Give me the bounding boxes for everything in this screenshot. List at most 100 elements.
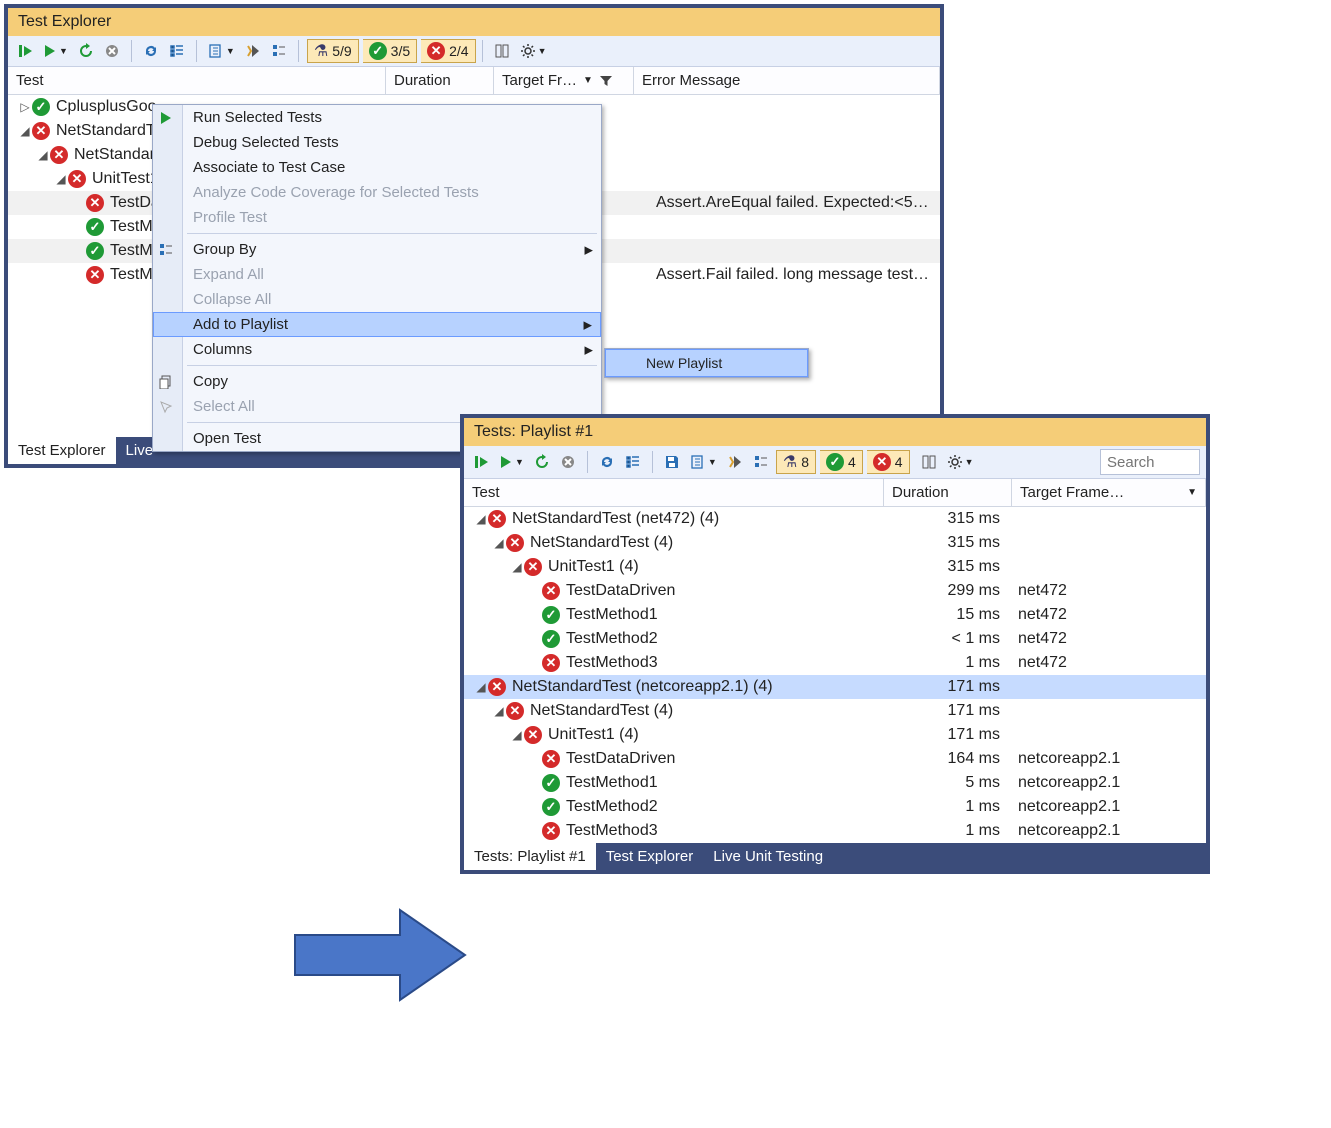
test-name: TestMethod2 [566,798,658,816]
menu-copy[interactable]: Copy [153,369,601,394]
build-button[interactable] [724,450,746,474]
cancel-button[interactable] [557,450,579,474]
refresh-button[interactable] [596,450,618,474]
duration: 1 ms [884,654,1012,672]
show-hierarchy-button[interactable] [622,450,644,474]
test-row[interactable]: ✓TestMethod2< 1 msnet472 [464,627,1206,651]
target-framework: netcoreapp2.1 [1012,774,1202,792]
run-button[interactable]: ▼ [40,39,71,63]
test-row[interactable]: ✕TestDataDriven299 msnet472 [464,579,1206,603]
summary-pass-button[interactable]: ✓ 3/5 [363,39,417,63]
test-row[interactable]: ◢✕NetStandardTest (net472) (4)315 ms [464,507,1206,531]
expander-icon[interactable]: ◢ [492,536,506,550]
test-name: TestMethod1 [566,774,658,792]
columns-button[interactable] [918,450,940,474]
menu-new-playlist[interactable]: New Playlist [605,349,808,377]
pass-icon: ✓ [542,774,560,792]
test-tree: ◢✕NetStandardTest (net472) (4)315 ms◢✕Ne… [464,507,1206,843]
group-button[interactable] [268,39,290,63]
search-input[interactable] [1100,449,1200,475]
col-target[interactable]: Target Fr… ▼ [494,67,634,94]
playlist-button[interactable]: ▼ [205,39,238,63]
menu-group-by[interactable]: Group By▶ [153,237,601,262]
test-row[interactable]: ✓TestMethod15 msnetcoreapp2.1 [464,771,1206,795]
columns-button[interactable] [491,39,513,63]
col-test[interactable]: Test [8,67,386,94]
menu-label: Select All [193,398,255,415]
tab-playlist[interactable]: Tests: Playlist #1 [464,843,596,870]
menu-debug-selected-tests[interactable]: Debug Selected Tests [153,130,601,155]
run-button[interactable]: ▼ [496,450,527,474]
test-name: TestMethod2 [566,630,658,648]
window-title: Test Explorer [8,8,940,36]
fail-icon: ✕ [542,582,560,600]
expander-icon[interactable]: ◢ [474,512,488,526]
menu-associate-to-test-case[interactable]: Associate to Test Case [153,155,601,180]
expander-icon[interactable]: ◢ [510,728,524,742]
col-target[interactable]: Target Frame… ▼ [1012,479,1206,506]
col-duration[interactable]: Duration [884,479,1012,506]
build-button[interactable] [242,39,264,63]
test-row[interactable]: ✕TestMethod31 msnet472 [464,651,1206,675]
target-framework: netcoreapp2.1 [1012,798,1202,816]
summary-pass-button[interactable]: ✓ 4 [820,450,863,474]
summary-fail-button[interactable]: ✕ 4 [867,450,910,474]
filter-icon[interactable] [599,74,613,88]
playlist-button[interactable]: ▼ [687,450,720,474]
toolbar: ▼ ▼ ⚗ 8 ✓ 4 ✕ 4 ▼ [464,446,1206,479]
settings-button[interactable]: ▼ [944,450,977,474]
duration: < 1 ms [884,630,1012,648]
test-row[interactable]: ◢✕NetStandardTest (4)171 ms [464,699,1206,723]
tab-test-explorer[interactable]: Test Explorer [8,437,116,464]
window-title: Tests: Playlist #1 [464,418,1206,446]
expander-icon[interactable]: ◢ [474,680,488,694]
test-name: TestMethod3 [566,822,658,840]
test-row[interactable]: ◢✕NetStandardTest (4)315 ms [464,531,1206,555]
expander-icon[interactable]: ◢ [36,148,50,162]
menu-label: Collapse All [193,291,271,308]
test-row[interactable]: ✕TestDataDriven164 msnetcoreapp2.1 [464,747,1206,771]
run-all-button[interactable] [14,39,36,63]
select-icon [159,400,173,414]
menu-add-to-playlist[interactable]: Add to Playlist▶ [153,312,601,337]
copy-icon [159,375,173,389]
summary-all-button[interactable]: ⚗ 5/9 [307,39,359,63]
show-hierarchy-button[interactable] [166,39,188,63]
summary-fail-button[interactable]: ✕ 2/4 [421,39,475,63]
test-row[interactable]: ◢✕UnitTest1 (4)315 ms [464,555,1206,579]
summary-all-button[interactable]: ⚗ 8 [776,450,816,474]
test-row[interactable]: ◢✕UnitTest1 (4)171 ms [464,723,1206,747]
duration: 1 ms [884,798,1012,816]
group-button[interactable] [750,450,772,474]
expander-icon[interactable]: ◢ [492,704,506,718]
test-row[interactable]: ◢✕NetStandardTest (netcoreapp2.1) (4)171… [464,675,1206,699]
summary-pass-count: 4 [848,454,856,470]
menu-label: Analyze Code Coverage for Selected Tests [193,184,479,201]
menu-label: Expand All [193,266,264,283]
playlist-window: Tests: Playlist #1 ▼ ▼ ⚗ 8 ✓ 4 ✕ 4 ▼ Tes… [460,414,1210,874]
menu-label: Associate to Test Case [193,159,345,176]
test-row[interactable]: ✓TestMethod21 msnetcoreapp2.1 [464,795,1206,819]
target-framework: netcoreapp2.1 [1012,750,1202,768]
save-button[interactable] [661,450,683,474]
test-row[interactable]: ✓TestMethod115 msnet472 [464,603,1206,627]
cancel-button[interactable] [101,39,123,63]
expander-icon[interactable]: ▷ [18,100,32,114]
menu-run-selected-tests[interactable]: Run Selected Tests [153,105,601,130]
col-duration[interactable]: Duration [386,67,494,94]
refresh-button[interactable] [140,39,162,63]
tab-live-unit-testing[interactable]: Live Unit Testing [703,843,833,870]
run-all-button[interactable] [470,450,492,474]
settings-button[interactable]: ▼ [517,39,550,63]
expander-icon[interactable]: ◢ [54,172,68,186]
menu-columns[interactable]: Columns▶ [153,337,601,362]
test-row[interactable]: ✕TestMethod31 msnetcoreapp2.1 [464,819,1206,843]
col-error[interactable]: Error Message [634,67,940,94]
expander-icon[interactable]: ◢ [18,124,32,138]
repeat-button[interactable] [531,450,553,474]
col-test[interactable]: Test [464,479,884,506]
test-name: NetStandardTest (net472) (4) [512,510,719,528]
tab-test-explorer[interactable]: Test Explorer [596,843,704,870]
expander-icon[interactable]: ◢ [510,560,524,574]
repeat-button[interactable] [75,39,97,63]
